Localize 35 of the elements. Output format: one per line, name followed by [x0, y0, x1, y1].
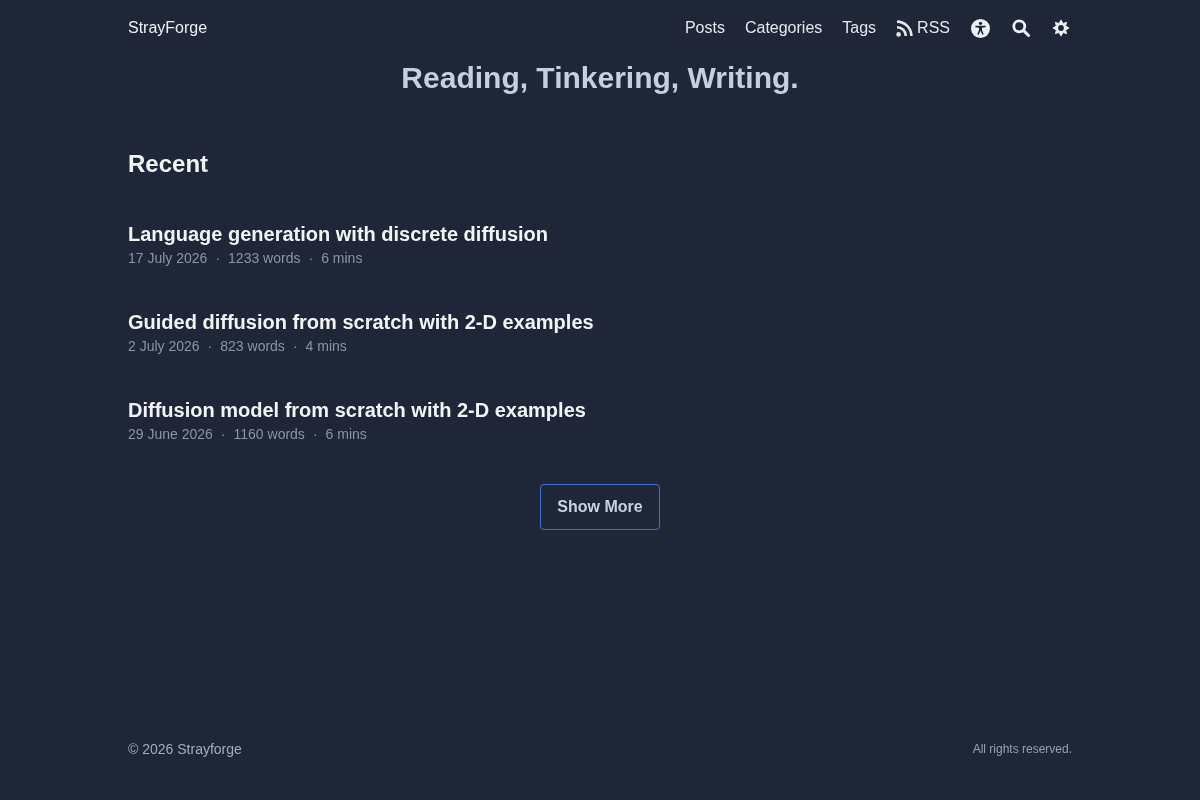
sun-icon	[1052, 19, 1070, 37]
post-meta: 29 June 2026	[128, 425, 213, 444]
meta-separator: ·	[308, 249, 314, 268]
post-meta: 6 mins	[325, 425, 367, 444]
post-meta: 823 words	[220, 337, 285, 356]
post-meta: 2 July 2026	[128, 337, 200, 356]
post-title-link[interactable]: Language generation with discrete diffusion	[128, 220, 549, 248]
meta-separator: ·	[312, 425, 318, 444]
search-button[interactable]	[1011, 18, 1031, 38]
meta-separator: ·	[207, 337, 213, 356]
site-title[interactable]: StrayForge	[128, 16, 208, 40]
hero-title: Reading, Tinkering, Writing.	[401, 60, 799, 96]
post-meta: 4 mins	[305, 337, 347, 356]
accessibility-button[interactable]	[970, 17, 991, 39]
meta-separator: ·	[292, 337, 298, 356]
nav-link[interactable]: Tags	[842, 16, 877, 40]
accessibility-icon	[971, 18, 990, 38]
search-icon	[1012, 19, 1030, 37]
theme-toggle-button[interactable]	[1051, 18, 1071, 38]
show-more-button[interactable]: Show More	[540, 484, 660, 530]
meta-separator: ·	[215, 249, 221, 268]
nav-link[interactable]: Categories	[744, 16, 823, 40]
post-title-link[interactable]: Guided diffusion from scratch with 2-D examples	[128, 308, 594, 336]
rights-text: All rights reserved.	[972, 741, 1072, 758]
copyright-text: © 2026 Strayforge	[128, 740, 242, 759]
post-meta: 1160 words	[233, 425, 305, 444]
meta-separator: ·	[220, 425, 226, 444]
nav-link[interactable]: Posts	[684, 16, 725, 40]
post-meta: 6 mins	[321, 249, 363, 268]
section-heading: Recent	[128, 149, 209, 179]
post-meta: 1233 words	[228, 249, 301, 268]
post-title-link[interactable]: Diffusion model from scratch with 2-D examples	[128, 396, 586, 424]
post-meta: 17 July 2026	[128, 249, 208, 268]
rss-icon	[896, 19, 914, 37]
rss-link[interactable]: RSS	[896, 16, 950, 40]
